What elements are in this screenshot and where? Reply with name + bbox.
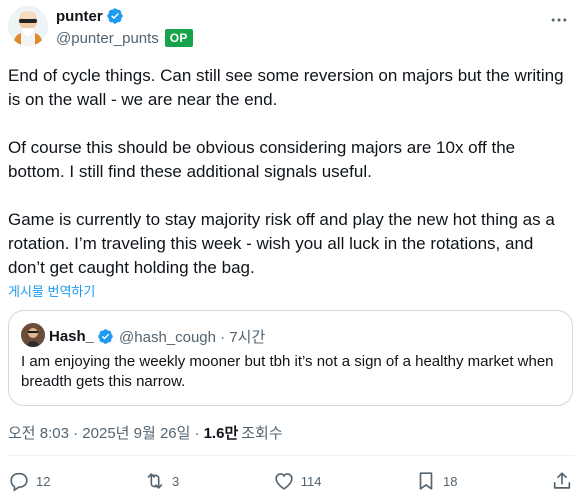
quoted-avatar[interactable] — [21, 323, 45, 347]
post-paragraph: Game is currently to stay majority risk … — [8, 210, 555, 277]
share-button[interactable] — [551, 470, 573, 492]
display-name[interactable]: punter — [56, 8, 103, 25]
bookmark-icon — [419, 472, 433, 490]
timestamp[interactable]: 오전 8:03 · 2025년 9월 26일 · — [8, 422, 200, 443]
post-body: End of cycle things. Can still see some … — [8, 64, 573, 280]
repost-icon — [147, 473, 163, 489]
view-label: 조회수 — [241, 425, 283, 442]
quoted-post[interactable]: Hash_ @hash_cough · 7시간 I am enjoying th… — [8, 310, 573, 406]
bookmark-count: 18 — [442, 473, 458, 489]
like-count: 114 — [300, 473, 322, 489]
post-header: punter @punter_punts OP — [8, 6, 575, 52]
reply-icon — [10, 472, 28, 492]
verified-badge-icon — [106, 8, 123, 24]
share-icon — [553, 472, 571, 489]
handle[interactable]: @punter_punts — [56, 30, 159, 47]
more-icon[interactable] — [547, 8, 571, 32]
bookmark-button[interactable]: 18 — [415, 470, 457, 492]
post-paragraph: End of cycle things. Can still see some … — [8, 66, 564, 109]
like-icon — [275, 473, 293, 490]
op-badge: OP — [164, 29, 193, 47]
quoted-text: I am enjoying the weekly mooner but tbh … — [21, 353, 554, 390]
post-paragraph: Of course this should be obvious conside… — [8, 138, 516, 181]
repost-button[interactable]: 3 — [144, 470, 179, 492]
avatar[interactable] — [8, 6, 48, 46]
post-meta: 오전 8:03 · 2025년 9월 26일 · 1.6만 조회수 — [8, 422, 283, 443]
quoted-display-name[interactable]: Hash_ — [49, 328, 94, 345]
action-bar: 12 3 114 18 — [8, 467, 573, 495]
like-button[interactable]: 114 — [273, 470, 322, 492]
quoted-handle-time[interactable]: @hash_cough · 7시간 — [119, 326, 265, 347]
reply-count: 12 — [36, 473, 51, 489]
reply-button[interactable]: 12 — [8, 470, 50, 492]
repost-count: 3 — [171, 473, 180, 489]
translate-post-link[interactable]: 게시물 번역하기 — [8, 281, 95, 300]
divider — [8, 455, 575, 456]
view-count: 1.6만 — [203, 425, 239, 442]
verified-badge-icon — [98, 329, 113, 344]
